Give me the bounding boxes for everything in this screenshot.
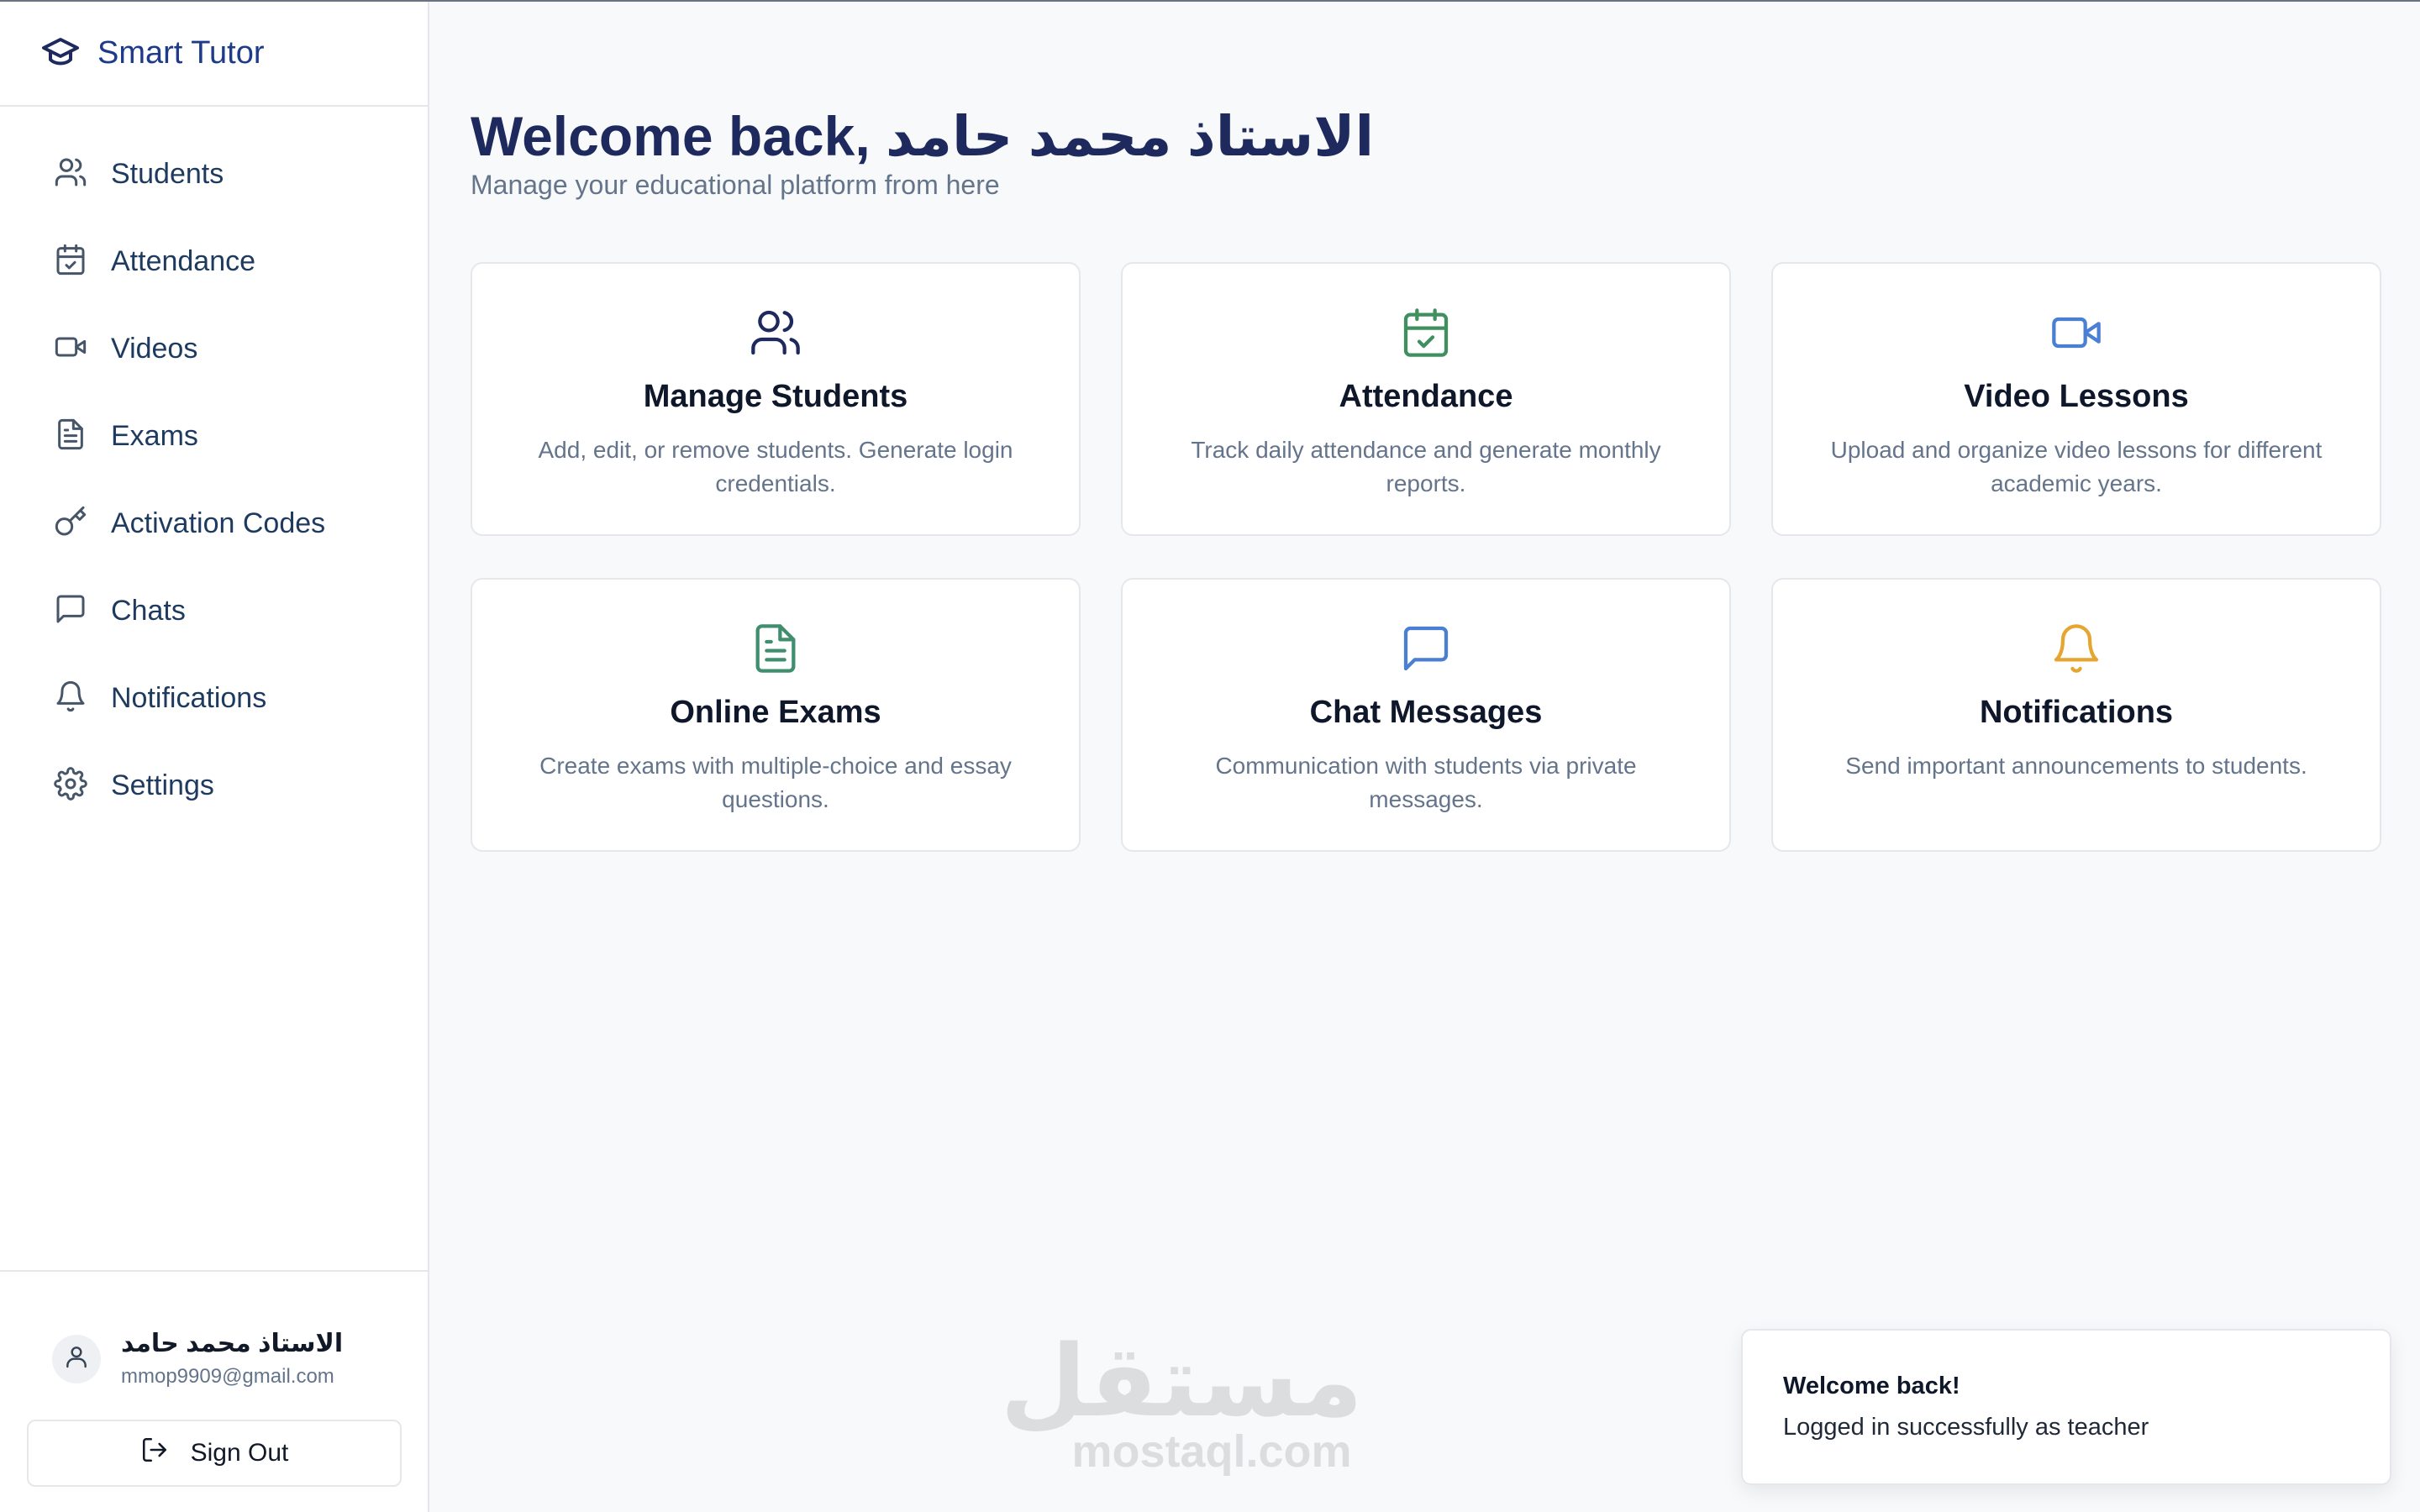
sidebar-item-notifications[interactable]: Notifications xyxy=(0,654,428,742)
card-attendance[interactable]: Attendance Track daily attendance and ge… xyxy=(1121,262,1731,536)
user-profile: الاستاذ محمد حامد mmop9909@gmail.com xyxy=(52,1329,343,1389)
message-square-icon xyxy=(1399,622,1453,680)
card-video-lessons[interactable]: Video Lessons Upload and organize video … xyxy=(1771,262,2381,536)
sidebar-nav: Students Attendance Videos Exams Activat… xyxy=(0,107,428,829)
key-icon xyxy=(54,505,87,543)
sidebar-item-label: Videos xyxy=(111,332,198,365)
sidebar-item-attendance[interactable]: Attendance xyxy=(0,218,428,305)
users-icon xyxy=(749,306,802,364)
card-title: Chat Messages xyxy=(1309,695,1543,730)
user-icon xyxy=(63,1343,90,1374)
watermark-latin: mostaql.com xyxy=(1071,1426,1352,1477)
log-out-icon xyxy=(140,1436,169,1471)
card-description: Upload and organize video lessons for di… xyxy=(1830,437,2323,496)
user-name: الاستاذ محمد حامد xyxy=(121,1330,344,1357)
sidebar: Smart Tutor Students Attendance Videos E… xyxy=(0,2,429,1512)
feature-grid: Manage Students Add, edit, or remove stu… xyxy=(471,262,2381,852)
users-icon xyxy=(54,155,87,193)
sidebar-item-label: Settings xyxy=(111,769,214,801)
sidebar-item-exams[interactable]: Exams xyxy=(0,392,428,480)
file-text-icon xyxy=(749,622,802,680)
sidebar-item-label: Notifications xyxy=(111,681,267,714)
card-notifications[interactable]: Notifications Send important announcemen… xyxy=(1771,578,2381,852)
page-subtitle: Manage your educational platform from he… xyxy=(471,170,1000,200)
message-square-icon xyxy=(54,592,87,630)
sidebar-item-label: Attendance xyxy=(111,244,256,277)
card-chat-messages[interactable]: Chat Messages Communication with student… xyxy=(1121,578,1731,852)
card-title: Notifications xyxy=(1979,695,2174,730)
sidebar-item-videos[interactable]: Videos xyxy=(0,305,428,392)
sidebar-footer: الاستاذ محمد حامد mmop9909@gmail.com Sig… xyxy=(0,1270,428,1512)
card-description: Send important announcements to students… xyxy=(1845,753,2307,779)
card-title: Video Lessons xyxy=(1964,379,2189,414)
gear-icon xyxy=(54,766,87,805)
user-email: mmop9909@gmail.com xyxy=(121,1365,334,1388)
sign-out-button[interactable]: Sign Out xyxy=(27,1420,402,1487)
video-icon xyxy=(2049,306,2103,364)
card-manage-students[interactable]: Manage Students Add, edit, or remove stu… xyxy=(471,262,1081,536)
sidebar-item-label: Students xyxy=(111,157,224,190)
toast-message: Logged in successfully as teacher xyxy=(1783,1414,2149,1441)
brand-name: Smart Tutor xyxy=(97,35,265,71)
card-online-exams[interactable]: Online Exams Create exams with multiple-… xyxy=(471,578,1081,852)
watermark-arabic: مستقل xyxy=(1000,1326,1363,1437)
sidebar-item-students[interactable]: Students xyxy=(0,130,428,218)
bell-icon xyxy=(54,680,87,717)
card-title: Manage Students xyxy=(643,379,908,414)
page-title: Welcome back, الاستاذ محمد حامد xyxy=(471,105,1375,167)
avatar xyxy=(52,1334,101,1383)
graduation-cap-icon xyxy=(40,31,81,76)
card-description: Add, edit, or remove students. Generate … xyxy=(538,437,1013,496)
card-title: Attendance xyxy=(1339,379,1513,414)
sign-out-label: Sign Out xyxy=(190,1439,289,1467)
calendar-check-icon xyxy=(1399,306,1453,364)
sidebar-item-chats[interactable]: Chats xyxy=(0,567,428,654)
sidebar-item-label: Chats xyxy=(111,594,186,627)
card-title: Online Exams xyxy=(670,695,881,730)
video-icon xyxy=(54,330,87,368)
sidebar-item-settings[interactable]: Settings xyxy=(0,742,428,829)
brand[interactable]: Smart Tutor xyxy=(0,2,428,107)
sidebar-item-label: Exams xyxy=(111,419,198,452)
watermark: مستقل mostaql.com xyxy=(1000,1326,1363,1477)
card-description: Create exams with multiple-choice and es… xyxy=(539,753,1012,812)
card-description: Communication with students via private … xyxy=(1215,753,1637,812)
card-description: Track daily attendance and generate mont… xyxy=(1191,437,1661,496)
file-text-icon xyxy=(54,417,87,455)
sidebar-item-activation-codes[interactable]: Activation Codes xyxy=(0,480,428,567)
sidebar-item-label: Activation Codes xyxy=(111,507,326,539)
calendar-check-icon xyxy=(54,243,87,281)
bell-icon xyxy=(2049,622,2103,680)
toast-notification[interactable]: Welcome back! Logged in successfully as … xyxy=(1741,1329,2391,1485)
toast-title: Welcome back! xyxy=(1783,1373,1960,1399)
